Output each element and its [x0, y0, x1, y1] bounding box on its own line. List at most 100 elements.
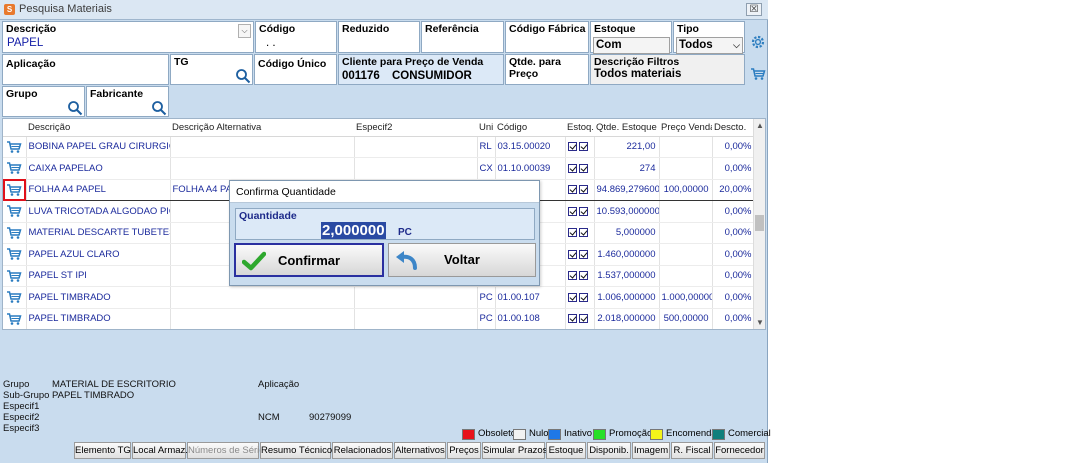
checkbox-icon[interactable] [567, 206, 577, 216]
checkbox-icon[interactable] [578, 249, 588, 259]
add-to-cart-cell[interactable] [3, 286, 27, 309]
search-icon[interactable] [235, 68, 251, 84]
cell-estoq[interactable] [565, 178, 595, 201]
search-icon[interactable] [151, 100, 167, 116]
cell-qtde-estoque[interactable]: 2.018,000000 [594, 308, 660, 329]
cell-uni[interactable]: PC [477, 286, 496, 309]
cell-qtde-estoque[interactable]: 10.593,000000 [594, 200, 660, 223]
checkbox-icon[interactable] [567, 228, 577, 238]
add-to-cart-cell[interactable] [3, 243, 27, 266]
checkbox-icon[interactable] [578, 142, 588, 152]
cell-descricao[interactable]: BOBINA PAPEL GRAU CIRURGICO 15 C [26, 136, 171, 158]
cell-estoq[interactable] [565, 200, 595, 223]
checkbox-icon[interactable] [578, 314, 588, 324]
cell-estoq[interactable] [565, 243, 595, 266]
cell-estoq[interactable] [565, 286, 595, 309]
qtde-preco-field[interactable]: Qtde. para Preço [505, 54, 589, 85]
cell-preco-venda[interactable]: 500,00000 [659, 308, 713, 329]
checkbox-icon[interactable] [567, 292, 577, 302]
estoque-select[interactable]: Com Estoque [593, 37, 670, 54]
codigo-value[interactable]: . . [266, 37, 276, 49]
codigo-fabrica-field[interactable]: Código Fábrica [505, 21, 589, 53]
cell-uni[interactable]: PC [477, 308, 496, 329]
col-header[interactable]: Descto. [712, 119, 755, 137]
close-button[interactable]: ☒ [746, 3, 762, 16]
aplicacao-field[interactable]: Aplicação [2, 54, 169, 85]
alternativos-button[interactable]: Alternativos [394, 442, 446, 459]
cell-preco-venda[interactable]: 1.000,00000 [659, 286, 713, 309]
col-header[interactable]: Código [495, 119, 565, 137]
cell-descricao-alternativa[interactable] [170, 308, 355, 329]
numeros-serie-button[interactable]: Números de Série [187, 442, 265, 459]
cell-descricao[interactable]: PAPEL TIMBRADO [26, 286, 171, 309]
checkbox-icon[interactable] [578, 163, 588, 173]
cell-qtde-estoque[interactable]: 1.006,000000 [594, 286, 660, 309]
r-fiscal-button[interactable]: R. Fiscal [671, 442, 713, 459]
cell-descricao[interactable]: PAPEL ST IPI [26, 265, 171, 287]
checkbox-icon[interactable] [567, 271, 577, 281]
search-icon[interactable] [67, 100, 83, 116]
elemento-tg-button[interactable]: Elemento TG [74, 442, 131, 459]
cell-descricao[interactable]: LUVA TRICOTADA ALGODAO PIGTEX F [26, 200, 171, 223]
cell-estoq[interactable] [565, 157, 595, 180]
cell-descto[interactable]: 0,00% [712, 136, 756, 158]
add-to-cart-cell[interactable] [3, 308, 27, 329]
chevron-down-icon[interactable]: ⌵ [238, 24, 251, 38]
cart-icon[interactable] [750, 67, 766, 81]
codigo-unico-field[interactable]: Código Único [254, 54, 337, 85]
cell-uni[interactable]: RL [477, 136, 496, 158]
cell-especif2[interactable] [354, 136, 478, 158]
checkbox-icon[interactable] [578, 271, 588, 281]
col-header[interactable]: Descrição Alternativa [170, 119, 354, 137]
col-header[interactable]: Uni [477, 119, 495, 137]
cell-descricao[interactable]: PAPEL TIMBRADO [26, 308, 171, 329]
cell-descricao[interactable]: MATERIAL DESCARTE TUBETES PAPEL [26, 222, 171, 244]
cell-qtde-estoque[interactable]: 221,00 [594, 136, 660, 158]
cell-descricao-alternativa[interactable] [170, 286, 355, 309]
cell-qtde-estoque[interactable]: 94.869,279600 [594, 178, 660, 201]
resumo-tecnico-button[interactable]: Resumo Técnico [260, 442, 332, 459]
quantity-input[interactable]: 2,000000 [321, 222, 386, 239]
cell-especif2[interactable] [354, 308, 478, 329]
vertical-scrollbar[interactable]: ▲ ▼ [753, 119, 765, 329]
add-to-cart-cell[interactable] [3, 222, 27, 244]
disponib-button[interactable]: Disponib. [587, 442, 631, 459]
cell-preco-venda[interactable] [659, 136, 713, 158]
descricao-value[interactable]: PAPEL [7, 37, 43, 49]
checkbox-icon[interactable] [578, 185, 588, 195]
grupo-field[interactable]: Grupo [2, 86, 85, 117]
cell-qtde-estoque[interactable]: 1.460,000000 [594, 243, 660, 266]
estoque-button[interactable]: Estoque [546, 442, 586, 459]
table-row[interactable]: PAPEL TIMBRADO PC 01.00.108 2.018,000000 500… [3, 308, 756, 329]
cell-preco-venda[interactable] [659, 265, 713, 287]
checkbox-icon[interactable] [578, 292, 588, 302]
local-armaz-button[interactable]: Local Armaz. [132, 442, 188, 459]
cell-descto[interactable]: 0,00% [712, 308, 756, 329]
col-header[interactable]: Descrição [26, 119, 170, 137]
cell-descricao[interactable]: CAIXA PAPELAO [26, 157, 171, 180]
quantity-field[interactable]: Quantidade 2,000000 PC [235, 208, 535, 240]
checkbox-icon[interactable] [578, 206, 588, 216]
col-header[interactable]: Qtde. Estoque [594, 119, 659, 137]
gear-icon[interactable] [750, 34, 766, 50]
tg-field[interactable]: TG [170, 54, 253, 85]
scroll-down-icon[interactable]: ▼ [756, 318, 764, 327]
col-header[interactable]: Especif2 [354, 119, 477, 137]
tipo-select[interactable]: Todos ⌵ [676, 37, 743, 54]
table-row[interactable]: PAPEL TIMBRADO PC 01.00.107 1.006,000000 1.0… [3, 286, 756, 309]
cell-uni[interactable]: CX [477, 157, 496, 180]
scroll-up-icon[interactable]: ▲ [756, 121, 764, 130]
cell-preco-venda[interactable] [659, 157, 713, 180]
col-header[interactable]: Preço Venda [659, 119, 712, 137]
cell-especif2[interactable] [354, 157, 478, 180]
cell-descricao[interactable]: FOLHA A4 PAPEL [26, 178, 171, 201]
cell-descricao[interactable]: PAPEL AZUL CLARO [26, 243, 171, 266]
checkbox-icon[interactable] [567, 249, 577, 259]
cell-preco-venda[interactable]: 100,00000 [659, 178, 713, 201]
cell-preco-venda[interactable] [659, 200, 713, 223]
reduzido-field[interactable]: Reduzido [338, 21, 420, 53]
fabricante-field[interactable]: Fabricante [86, 86, 169, 117]
checkbox-icon[interactable] [567, 314, 577, 324]
relacionados-button[interactable]: Relacionados [332, 442, 393, 459]
add-to-cart-cell[interactable] [3, 265, 27, 287]
